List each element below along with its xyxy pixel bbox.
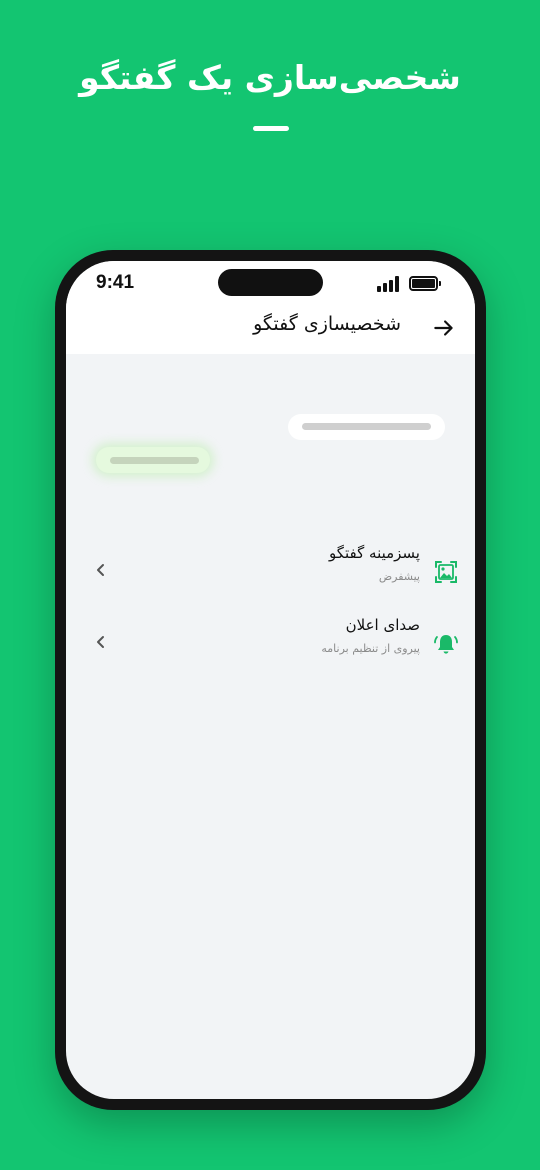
chevron-left-icon (97, 564, 104, 576)
setting-subtitle: پیشفرض (378, 570, 420, 583)
chevron-left-icon (97, 636, 104, 648)
setting-row-notification-sound[interactable]: صدای اعلان پیروی از تنظیم برنامه (66, 614, 475, 674)
phone-screen: 9:41 شخصیسازی گفتگو پسزمینه گفتگو پیشفرض… (66, 261, 475, 1099)
promo-underline (253, 126, 289, 131)
bell-ringing-icon (434, 635, 458, 654)
setting-subtitle: پیروی از تنظیم برنامه (321, 642, 420, 655)
promo-title: شخصی‌سازی یک گفتگو (79, 58, 461, 97)
wallpaper-image-icon (435, 561, 457, 583)
status-time: 9:41 (96, 272, 135, 293)
signal-icon (377, 276, 401, 292)
arrow-right-icon[interactable] (431, 315, 457, 341)
setting-title: پسزمینه گفتگو (328, 544, 420, 562)
dynamic-island (218, 269, 323, 296)
preview-outgoing-text-placeholder (302, 423, 431, 430)
status-bar: 9:41 (66, 261, 475, 307)
battery-icon (409, 276, 441, 291)
app-bar: شخصیسازی گفتگو (66, 307, 475, 354)
setting-title: صدای اعلان (345, 616, 420, 634)
setting-row-wallpaper[interactable]: پسزمینه گفتگو پیشفرض (66, 542, 475, 602)
page-title: شخصیسازی گفتگو (253, 313, 401, 335)
preview-incoming-text-placeholder (110, 457, 199, 464)
